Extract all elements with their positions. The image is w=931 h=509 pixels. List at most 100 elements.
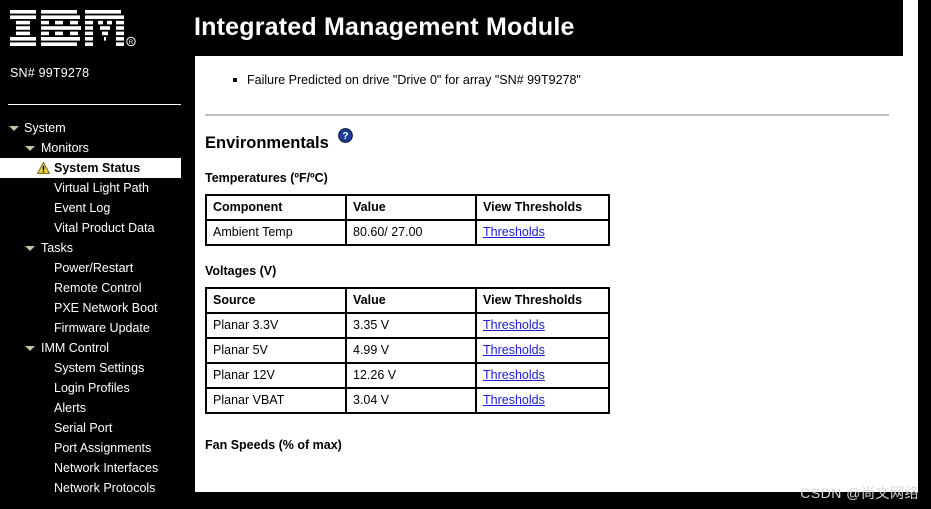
column-header-view-thresholds: View Thresholds <box>476 288 609 313</box>
bottom-black-bar <box>195 492 931 509</box>
thresholds-link[interactable]: Thresholds <box>483 393 545 407</box>
sidebar-item-event-log[interactable]: Event Log <box>0 198 181 218</box>
table-header-row: Source Value View Thresholds <box>206 288 609 313</box>
registered-mark-icon: R <box>126 36 136 46</box>
sidebar-item-label: Firmware Update <box>54 321 150 335</box>
cell-value: 80.60/ 27.00 <box>346 220 476 245</box>
cell-source: Planar 3.3V <box>206 313 346 338</box>
sidebar-item-login-profiles[interactable]: Login Profiles <box>0 378 181 398</box>
sidebar-item-system-settings[interactable]: System Settings <box>0 358 181 378</box>
column-header-view-thresholds: View Thresholds <box>476 195 609 220</box>
sidebar-item-serial-port[interactable]: Serial Port <box>0 418 181 438</box>
sidebar-item-virtual-light-path[interactable]: Virtual Light Path <box>0 178 181 198</box>
environmentals-title: Environmentals <box>205 134 329 152</box>
sidebar-item-monitors[interactable]: Monitors <box>0 138 181 158</box>
sidebar-item-power-restart[interactable]: Power/Restart <box>0 258 181 278</box>
cell-source: Planar VBAT <box>206 388 346 413</box>
table-row: Planar 5V 4.99 V Thresholds <box>206 338 609 363</box>
table-row: Planar 12V 12.26 V Thresholds <box>206 363 609 388</box>
thresholds-link[interactable]: Thresholds <box>483 343 545 357</box>
sidebar-item-label: System Status <box>54 161 141 175</box>
sidebar-item-label: Vital Product Data <box>54 221 155 235</box>
cell-value: 3.04 V <box>346 388 476 413</box>
thresholds-link[interactable]: Thresholds <box>483 368 545 382</box>
sidebar-item-label: Tasks <box>41 241 73 255</box>
sidebar-item-system-status[interactable]: System Status <box>0 158 181 178</box>
cell-thresholds: Thresholds <box>476 220 609 245</box>
sidebar-item-label: Monitors <box>41 141 89 155</box>
sidebar-item-system[interactable]: System <box>0 118 181 138</box>
right-black-bar <box>918 0 931 509</box>
content-divider <box>205 114 889 116</box>
header-bar: Integrated Management Module <box>181 0 918 56</box>
voltages-label: Voltages (V) <box>205 264 277 278</box>
main-content: Failure Predicted on drive "Drive 0" for… <box>195 56 903 492</box>
sidebar-item-label: Serial Port <box>54 421 113 435</box>
cell-thresholds: Thresholds <box>476 313 609 338</box>
sidebar-item-tasks[interactable]: Tasks <box>0 238 181 258</box>
sidebar-item-network-interfaces[interactable]: Network Interfaces <box>0 458 181 478</box>
imm-web-console: R SN# 99T9278 System Monitors System Statu… <box>0 0 931 509</box>
sidebar-item-firmware-update[interactable]: Firmware Update <box>0 318 181 338</box>
temperatures-table-body: Ambient Temp 80.60/ 27.00 Thresholds <box>206 220 609 245</box>
sidebar-item-label: Network Interfaces <box>54 461 159 475</box>
sidebar-item-imm-control[interactable]: IMM Control <box>0 338 181 358</box>
chevron-down-icon[interactable] <box>25 346 35 351</box>
cell-value: 12.26 V <box>346 363 476 388</box>
cell-thresholds: Thresholds <box>476 363 609 388</box>
warning-icon <box>37 162 50 174</box>
sidebar-divider <box>8 104 181 105</box>
cell-thresholds: Thresholds <box>476 388 609 413</box>
page-title: Integrated Management Module <box>194 13 575 41</box>
environmentals-heading: Environmentals ? <box>205 128 903 153</box>
table-row: Ambient Temp 80.60/ 27.00 Thresholds <box>206 220 609 245</box>
sidebar-item-alerts[interactable]: Alerts <box>0 398 181 418</box>
alert-message-list: Failure Predicted on drive "Drive 0" for… <box>195 56 903 88</box>
sidebar-item-label: Port Assignments <box>54 441 152 455</box>
cell-source: Planar 12V <box>206 363 346 388</box>
help-question-icon[interactable]: ? <box>337 128 353 143</box>
serial-number: SN# 99T9278 <box>10 66 90 80</box>
ibm-logo: R <box>10 10 170 50</box>
column-header-value: Value <box>346 288 476 313</box>
voltages-table: Source Value View Thresholds Planar 3.3V… <box>205 287 610 414</box>
sidebar-item-label: Alerts <box>54 401 86 415</box>
sidebar-item-label: System <box>24 121 66 135</box>
sidebar-item-label: System Settings <box>54 361 145 375</box>
cell-component: Ambient Temp <box>206 220 346 245</box>
ibm-logo-icon: R <box>10 10 136 46</box>
temperatures-label: Temperatures (ºF/ºC) <box>205 171 328 185</box>
sidebar-item-network-protocols[interactable]: Network Protocols <box>0 478 181 498</box>
temperatures-table: Component Value View Thresholds Ambient … <box>205 194 610 246</box>
sidebar-item-label: IMM Control <box>41 341 110 355</box>
chevron-down-icon[interactable] <box>9 126 19 131</box>
chevron-down-icon[interactable] <box>25 246 35 251</box>
sidebar-item-label: Login Profiles <box>54 381 130 395</box>
svg-text:R: R <box>129 40 134 46</box>
column-header-value: Value <box>346 195 476 220</box>
sidebar-item-vital-product-data[interactable]: Vital Product Data <box>0 218 181 238</box>
table-row: Planar VBAT 3.04 V Thresholds <box>206 388 609 413</box>
alert-message: Failure Predicted on drive "Drive 0" for… <box>233 72 903 88</box>
sidebar-item-label: Virtual Light Path <box>54 181 149 195</box>
sidebar-item-port-assignments[interactable]: Port Assignments <box>0 438 181 458</box>
table-header-row: Component Value View Thresholds <box>206 195 609 220</box>
column-header-component: Component <box>206 195 346 220</box>
sidebar-item-label: Remote Control <box>54 281 142 295</box>
chevron-down-icon[interactable] <box>25 146 35 151</box>
cell-value: 3.35 V <box>346 313 476 338</box>
navigation-tree[interactable]: System Monitors System Status Virtual Light… <box>0 118 181 498</box>
sidebar-item-label: Power/Restart <box>54 261 134 275</box>
cell-thresholds: Thresholds <box>476 338 609 363</box>
thresholds-link[interactable]: Thresholds <box>483 318 545 332</box>
sidebar-item-label: PXE Network Boot <box>54 301 158 315</box>
sidebar-item-remote-control[interactable]: Remote Control <box>0 278 181 298</box>
content-gutter <box>181 0 195 509</box>
sidebar-item-pxe-network-boot[interactable]: PXE Network Boot <box>0 298 181 318</box>
column-header-source: Source <box>206 288 346 313</box>
sidebar-item-label: Network Protocols <box>54 481 156 495</box>
cell-source: Planar 5V <box>206 338 346 363</box>
sidebar: R SN# 99T9278 System Monitors System Statu… <box>0 0 181 509</box>
thresholds-link[interactable]: Thresholds <box>483 225 545 239</box>
content-right-strip <box>903 0 918 492</box>
